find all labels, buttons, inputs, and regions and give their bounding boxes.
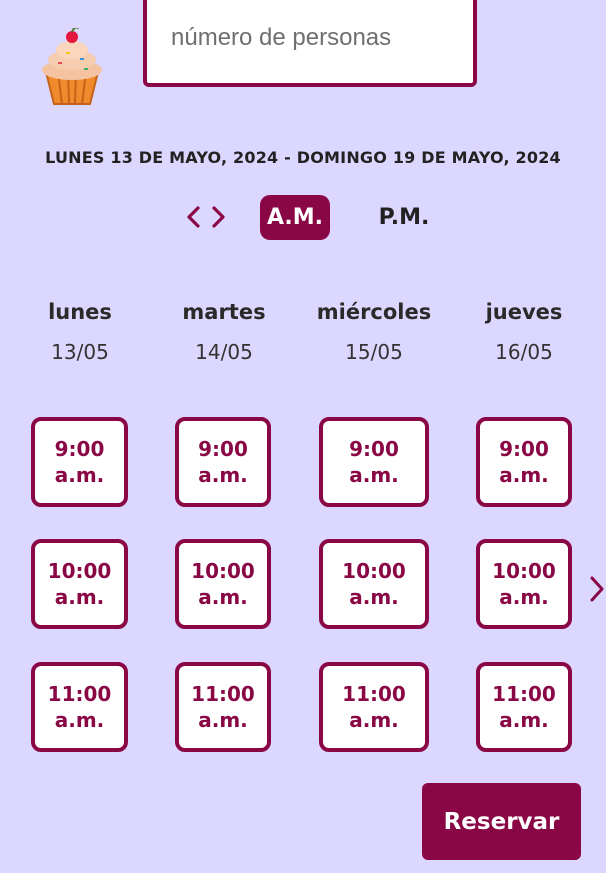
day-date: 16/05 xyxy=(495,340,553,364)
slot-time: 9:00 xyxy=(198,437,248,461)
day-name: jueves xyxy=(485,300,563,324)
people-count-input[interactable] xyxy=(171,24,461,52)
slot-time: 10:00 xyxy=(492,559,556,583)
day-column-monday: lunes 13/05 xyxy=(30,300,130,364)
slot-time: 11:00 xyxy=(191,682,255,706)
time-slot-thursday-9am[interactable]: 9:00 a.m. xyxy=(476,417,572,507)
slot-time: 11:00 xyxy=(47,682,112,706)
day-name: miércoles xyxy=(316,300,432,324)
pm-button[interactable]: P.M. xyxy=(364,195,444,240)
day-column-thursday: jueves 16/05 xyxy=(474,300,574,364)
slot-suffix: a.m. xyxy=(198,708,248,732)
slot-suffix: a.m. xyxy=(54,463,105,487)
slot-suffix: a.m. xyxy=(499,708,549,732)
time-slot-wednesday-9am[interactable]: 9:00 a.m. xyxy=(319,417,429,507)
slot-time: 9:00 xyxy=(54,437,105,461)
time-slot-wednesday-11am[interactable]: 11:00 a.m. xyxy=(319,662,429,752)
chevron-right-icon[interactable] xyxy=(212,206,226,228)
time-slot-thursday-11am[interactable]: 11:00 a.m. xyxy=(476,662,572,752)
time-slot-monday-9am[interactable]: 9:00 a.m. xyxy=(31,417,128,507)
slot-suffix: a.m. xyxy=(349,463,399,487)
slot-suffix: a.m. xyxy=(349,708,399,732)
next-days-chevron-icon[interactable] xyxy=(590,576,604,602)
cupcake-icon xyxy=(36,26,108,108)
slot-suffix: a.m. xyxy=(499,585,549,609)
slot-time: 9:00 xyxy=(499,437,549,461)
slot-time: 11:00 xyxy=(492,682,556,706)
day-column-wednesday: miércoles 15/05 xyxy=(314,300,434,364)
day-column-tuesday: martes 14/05 xyxy=(174,300,274,364)
booking-page: LUNES 13 DE MAYO, 2024 - DOMINGO 19 DE M… xyxy=(0,0,606,873)
slot-suffix: a.m. xyxy=(349,585,399,609)
chevron-left-icon[interactable] xyxy=(186,206,200,228)
slot-suffix: a.m. xyxy=(198,585,248,609)
time-slot-monday-10am[interactable]: 10:00 a.m. xyxy=(31,539,128,629)
slot-suffix: a.m. xyxy=(198,463,248,487)
slot-time: 10:00 xyxy=(191,559,255,583)
date-range-label: LUNES 13 DE MAYO, 2024 - DOMINGO 19 DE M… xyxy=(45,148,561,167)
slot-time: 9:00 xyxy=(349,437,399,461)
people-count-field[interactable] xyxy=(143,0,477,87)
slot-suffix: a.m. xyxy=(54,585,105,609)
am-button[interactable]: A.M. xyxy=(260,195,330,240)
day-date: 15/05 xyxy=(345,340,403,364)
time-slot-tuesday-9am[interactable]: 9:00 a.m. xyxy=(175,417,271,507)
time-slot-tuesday-11am[interactable]: 11:00 a.m. xyxy=(175,662,271,752)
slot-suffix: a.m. xyxy=(54,708,105,732)
reserve-button[interactable]: Reservar xyxy=(422,783,581,860)
slot-time: 10:00 xyxy=(47,559,112,583)
time-slot-thursday-10am[interactable]: 10:00 a.m. xyxy=(476,539,572,629)
slot-time: 10:00 xyxy=(342,559,406,583)
time-slot-monday-11am[interactable]: 11:00 a.m. xyxy=(31,662,128,752)
slot-suffix: a.m. xyxy=(499,463,549,487)
slot-time: 11:00 xyxy=(342,682,406,706)
time-slot-wednesday-10am[interactable]: 10:00 a.m. xyxy=(319,539,429,629)
day-date: 13/05 xyxy=(51,340,109,364)
day-name: lunes xyxy=(48,300,112,324)
day-date: 14/05 xyxy=(195,340,253,364)
week-nav-arrows[interactable] xyxy=(186,204,226,230)
time-slot-tuesday-10am[interactable]: 10:00 a.m. xyxy=(175,539,271,629)
day-name: martes xyxy=(182,300,266,324)
